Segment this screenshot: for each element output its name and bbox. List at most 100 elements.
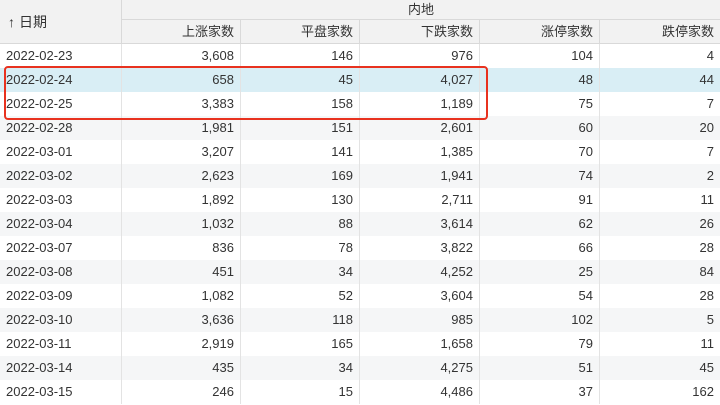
value-cell: 3,636 [122, 308, 241, 332]
value-cell: 70 [480, 140, 600, 164]
date-cell: 2022-03-08 [0, 260, 122, 284]
column-header-down-count[interactable]: 下跌家数 [360, 20, 480, 44]
date-cell: 2022-03-14 [0, 356, 122, 380]
value-cell: 162 [692, 384, 714, 399]
date-cell: 2022-02-24 [0, 68, 122, 92]
date-cell: 2022-03-01 [0, 140, 122, 164]
column-header-limit-up-count[interactable]: 涨停家数 [480, 20, 600, 44]
value-cell: 1,032 [122, 212, 241, 236]
date-cell: 2022-03-02 [0, 164, 122, 188]
value-cell: 104 [480, 44, 600, 68]
value-cell: 7 [706, 96, 714, 111]
date-cell: 2022-03-07 [0, 236, 122, 260]
date-cell: 2022-02-23 [0, 44, 122, 68]
value-cell: 26 [699, 216, 714, 231]
table-row[interactable]: 2022-03-04 1,032 88 3,614 62 26 [0, 212, 720, 236]
table-row[interactable]: 2022-03-07 836 78 3,822 66 28 [0, 236, 720, 260]
date-column-header[interactable]: ↑ 日期 [0, 0, 122, 44]
table-row[interactable]: 2022-02-28 1,981 151 2,601 60 20 [0, 116, 720, 140]
value-cell: 102 [480, 308, 600, 332]
value-cell: 74 [480, 164, 600, 188]
value-cell: 151 [241, 116, 360, 140]
value-cell: 2,601 [360, 116, 480, 140]
value-cell: 34 [241, 260, 360, 284]
value-cell: 1,941 [360, 164, 480, 188]
value-cell: 34 [241, 356, 360, 380]
value-cell: 79 [480, 332, 600, 356]
value-cell: 976 [360, 44, 480, 68]
value-cell: 91 [480, 188, 600, 212]
value-cell: 169 [241, 164, 360, 188]
column-header-up-count[interactable]: 上涨家数 [122, 20, 241, 44]
value-cell: 2,623 [122, 164, 241, 188]
value-cell: 37 [480, 380, 600, 404]
date-cell: 2022-03-11 [0, 332, 122, 356]
column-header-flat-count[interactable]: 平盘家数 [241, 20, 360, 44]
value-cell: 84 [699, 264, 714, 279]
value-cell: 78 [241, 236, 360, 260]
table-row[interactable]: 2022-03-14 435 34 4,275 51 45 [0, 356, 720, 380]
date-cell: 2022-03-03 [0, 188, 122, 212]
value-cell: 158 [241, 92, 360, 116]
value-cell: 11 [700, 336, 715, 351]
value-cell: 246 [122, 380, 241, 404]
sort-up-arrow-icon[interactable]: ↑ [8, 14, 15, 30]
value-cell: 130 [241, 188, 360, 212]
value-cell: 20 [699, 120, 714, 135]
column-header-limit-down-count[interactable]: 跌停家数 [600, 20, 720, 44]
table-row[interactable]: 2022-02-24 658 45 4,027 48 44 [0, 68, 720, 92]
value-cell: 985 [360, 308, 480, 332]
table-row[interactable]: 2022-03-15 246 15 4,486 37 162 [0, 380, 720, 404]
value-cell: 3,608 [122, 44, 241, 68]
value-cell: 836 [122, 236, 241, 260]
value-cell: 25 [480, 260, 600, 284]
table-row[interactable]: 2022-03-03 1,892 130 2,711 91 11 [0, 188, 720, 212]
value-cell: 4,027 [360, 68, 480, 92]
value-cell: 11 [700, 192, 715, 207]
value-cell: 51 [480, 356, 600, 380]
value-cell: 3,822 [360, 236, 480, 260]
value-cell: 2,711 [360, 188, 480, 212]
value-cell: 5 [706, 312, 714, 327]
value-cell: 75 [480, 92, 600, 116]
value-cell: 3,383 [122, 92, 241, 116]
value-cell: 7 [706, 144, 714, 159]
value-cell: 3,614 [360, 212, 480, 236]
table-row[interactable]: 2022-03-01 3,207 141 1,385 70 7 [0, 140, 720, 164]
value-cell: 48 [480, 68, 600, 92]
table-row[interactable]: 2022-02-25 3,383 158 1,189 75 7 [0, 92, 720, 116]
table-row[interactable]: 2022-03-09 1,082 52 3,604 54 28 [0, 284, 720, 308]
table-row[interactable]: 2022-03-08 451 34 4,252 25 84 [0, 260, 720, 284]
date-header-label: 日期 [19, 13, 47, 30]
value-cell: 60 [480, 116, 600, 140]
value-cell: 118 [241, 308, 360, 332]
table-row[interactable]: 2022-03-10 3,636 118 985 102 5 [0, 308, 720, 332]
value-cell: 1,082 [122, 284, 241, 308]
value-cell: 88 [241, 212, 360, 236]
value-cell: 44 [699, 72, 714, 87]
value-cell: 4 [706, 48, 714, 63]
group-header-mainland: 内地 [122, 0, 720, 20]
value-cell: 4,486 [360, 380, 480, 404]
table-row[interactable]: 2022-03-02 2,623 169 1,941 74 2 [0, 164, 720, 188]
value-cell: 62 [480, 212, 600, 236]
date-cell: 2022-03-09 [0, 284, 122, 308]
value-cell: 4,275 [360, 356, 480, 380]
table-row[interactable]: 2022-03-11 2,919 165 1,658 79 11 [0, 332, 720, 356]
value-cell: 435 [122, 356, 241, 380]
value-cell: 4,252 [360, 260, 480, 284]
date-cell: 2022-03-04 [0, 212, 122, 236]
value-cell: 66 [480, 236, 600, 260]
value-cell: 451 [122, 260, 241, 284]
date-cell: 2022-02-25 [0, 92, 122, 116]
market-breadth-table: ↑ 日期 内地 上涨家数 平盘家数 下跌家数 涨停家数 跌停家数 2022-02… [0, 0, 720, 405]
date-cell: 2022-02-28 [0, 116, 122, 140]
value-cell: 3,207 [122, 140, 241, 164]
value-cell: 658 [122, 68, 241, 92]
table-row[interactable]: 2022-02-23 3,608 146 976 104 4 [0, 44, 720, 68]
date-cell: 2022-03-10 [0, 308, 122, 332]
value-cell: 165 [241, 332, 360, 356]
date-cell: 2022-03-15 [0, 380, 122, 404]
value-cell: 45 [699, 360, 714, 375]
value-cell: 1,981 [122, 116, 241, 140]
